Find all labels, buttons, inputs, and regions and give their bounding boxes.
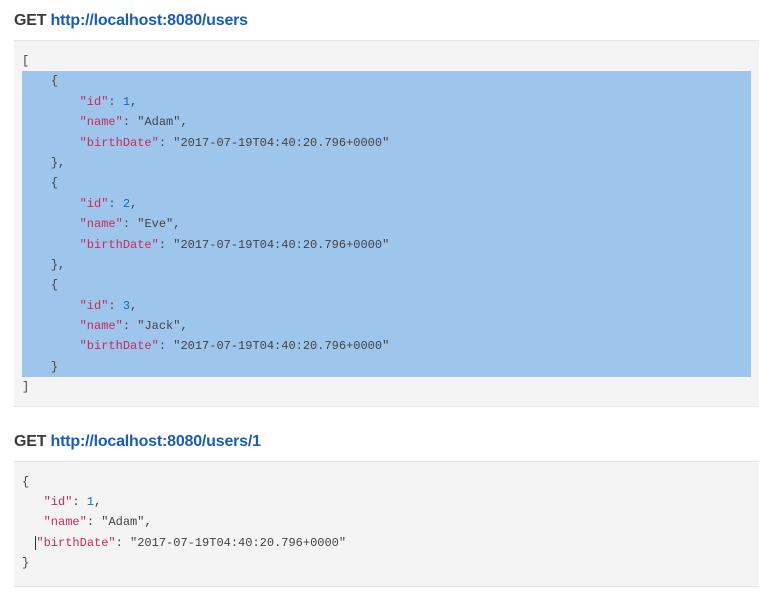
request-url[interactable]: http://localhost:8080/users [51, 12, 248, 29]
http-method: GET [14, 433, 46, 450]
json-key-birthdate: "birthDate" [80, 238, 159, 252]
text-selection: { "id": 1, "name": "Adam", "birthDate": … [22, 71, 751, 377]
json-key-name: "name" [80, 319, 123, 333]
json-key-id: "id" [80, 299, 109, 313]
response-body-1[interactable]: [ { "id": 1, "name": "Adam", "birthDate"… [14, 40, 759, 407]
json-value-name: Adam [144, 115, 173, 129]
http-method: GET [14, 12, 46, 29]
json-value-name: Eve [144, 217, 166, 231]
json-key-name: "name" [80, 115, 123, 129]
json-value-name: Adam [108, 515, 137, 529]
json-value-birthdate: 2017-07-19T04:40:20.796+0000 [180, 238, 382, 252]
json-value-birthdate: 2017-07-19T04:40:20.796+0000 [180, 136, 382, 150]
json-value-id: 1 [123, 95, 130, 109]
json-key-id: "id" [80, 95, 109, 109]
json-key-name: "name" [80, 217, 123, 231]
json-key-id: "id" [80, 197, 109, 211]
json-key-birthdate: "birthDate" [80, 339, 159, 353]
json-key-id: "id" [44, 495, 73, 509]
json-close-bracket: ] [22, 380, 29, 394]
json-value-id: 3 [123, 299, 130, 313]
request-line-1: GET http://localhost:8080/users [14, 12, 759, 30]
json-value-name: Jack [144, 319, 173, 333]
request-line-2: GET http://localhost:8080/users/1 [14, 433, 759, 451]
json-value-id: 1 [87, 495, 94, 509]
json-value-id: 2 [123, 197, 130, 211]
json-key-birthdate: "birthDate" [36, 536, 115, 550]
response-body-2[interactable]: { "id": 1, "name": "Adam", "birthDate": … [14, 461, 759, 587]
json-value-birthdate: 2017-07-19T04:40:20.796+0000 [137, 536, 339, 550]
json-key-birthdate: "birthDate" [80, 136, 159, 150]
json-open-bracket: [ [22, 54, 29, 68]
json-value-birthdate: 2017-07-19T04:40:20.796+0000 [180, 339, 382, 353]
request-url[interactable]: http://localhost:8080/users/1 [51, 433, 261, 450]
json-key-name: "name" [44, 515, 87, 529]
